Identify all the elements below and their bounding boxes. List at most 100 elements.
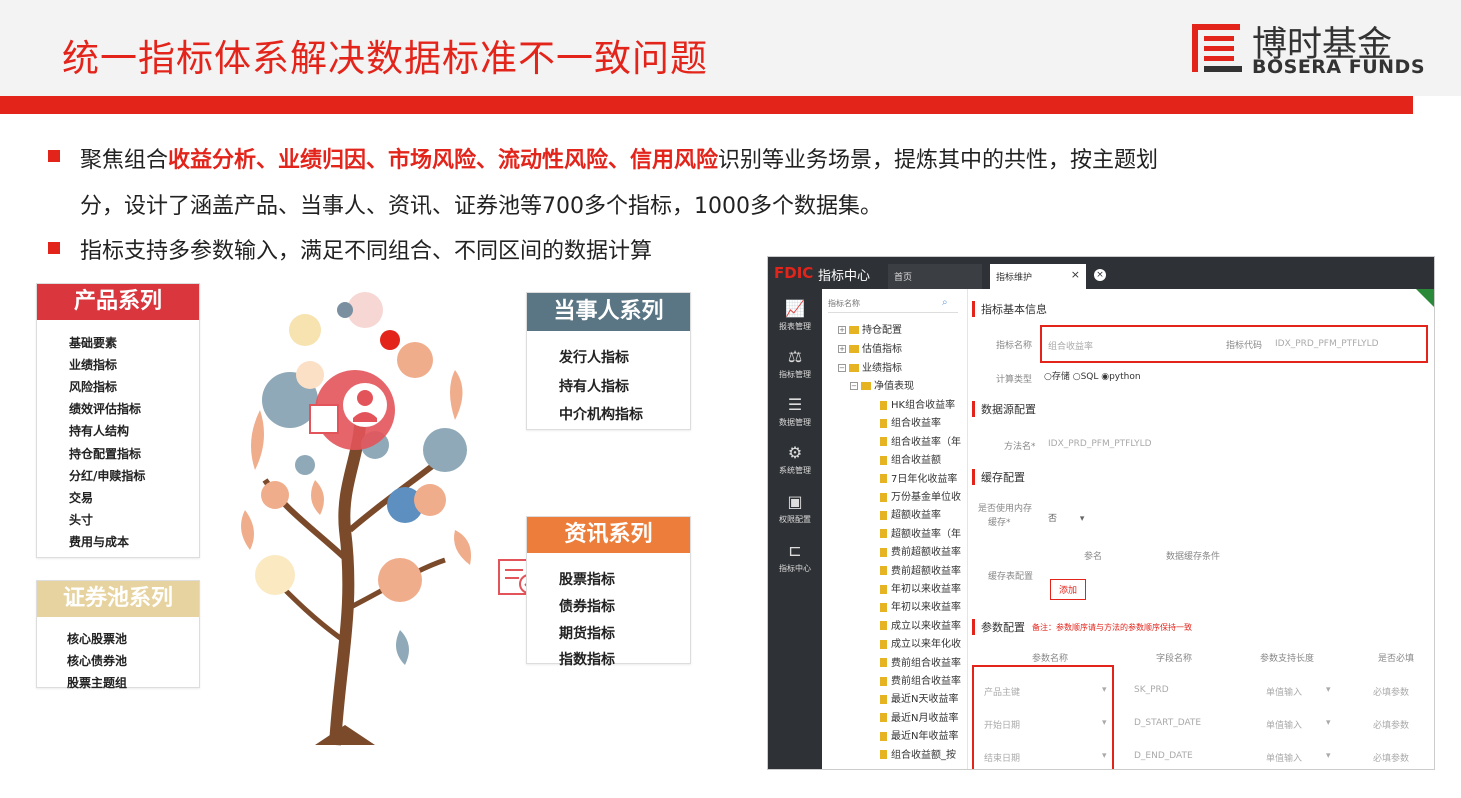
tree-leaf-label: 成立以来年化收 xyxy=(891,639,961,651)
tree-leaf[interactable]: 费前超额收益率 xyxy=(880,562,961,577)
product-item: 绩效评估指标 xyxy=(69,402,142,416)
tree-node-label: 估值指标 xyxy=(862,344,902,355)
tree-leaf[interactable]: 最近N天收益率 xyxy=(880,690,958,705)
chevron-down-icon: ▾ xyxy=(1326,685,1331,695)
tree-leaf[interactable]: 费前超额收益率 xyxy=(880,543,961,558)
tree-leaf[interactable]: 组合收益额_按 xyxy=(880,746,956,761)
slide-header: 统一指标体系解决数据标准不一致问题 博时基金 BOSERA FUNDS xyxy=(0,0,1461,96)
param-required[interactable]: 必填参数 xyxy=(1373,685,1409,698)
party-item: 中介机构指标 xyxy=(559,407,643,423)
tree-leaf[interactable]: 最近N年收益率 xyxy=(880,727,958,742)
param-name-select[interactable]: 开始日期 xyxy=(984,718,1020,731)
collapse-icon[interactable]: − xyxy=(850,382,858,390)
tree-leaf[interactable]: 年初以来收益率 xyxy=(880,580,961,595)
tree-leaf[interactable]: 组合收益率（年 xyxy=(880,433,961,448)
collapse-icon[interactable]: − xyxy=(838,364,846,372)
tree-leaf[interactable]: 组合收益率 xyxy=(880,414,941,429)
close-all-tabs-icon[interactable]: × xyxy=(1094,269,1106,281)
tree-leaf[interactable]: 成立以来年化收 xyxy=(880,635,961,650)
tree-leaf-label: HK组合收益率 xyxy=(891,400,956,411)
tree-leaf[interactable]: HK组合收益率 xyxy=(880,396,955,411)
info-item: 股票指标 xyxy=(559,572,615,588)
chevron-down-icon: ▾ xyxy=(1326,718,1331,728)
search-icon[interactable]: ⌕ xyxy=(942,297,948,308)
product-item: 风险指标 xyxy=(69,380,118,394)
param-field-name[interactable]: D_START_DATE xyxy=(1134,718,1201,728)
tree-leaf[interactable]: 成立以来收益率 xyxy=(880,617,961,632)
section-data-source: 数据源配置 xyxy=(972,401,1036,417)
document-icon xyxy=(880,621,887,631)
nav-permissions[interactable]: ▣ 权限配置 xyxy=(768,492,822,525)
chevron-down-icon: ▾ xyxy=(1102,751,1107,761)
param-field-name[interactable]: D_END_DATE xyxy=(1134,751,1193,761)
bullet-text-1: 聚焦组合收益分析、业绩归因、市场风险、流动性风险、信用风险识别等业务场景，提炼其… xyxy=(80,142,1158,174)
tree-node-root[interactable]: + 估值指标 xyxy=(838,340,902,355)
tree-leaf[interactable]: 组合收益额 xyxy=(880,451,941,466)
tree-leaf[interactable]: 费前组合收益率 xyxy=(880,672,961,687)
field-indicator-code[interactable]: IDX_PRD_PFM_PTFLYLD xyxy=(1275,339,1379,349)
pool-item: 股票主题组 xyxy=(67,676,128,690)
tree-node-sub[interactable]: − 净值表现 xyxy=(850,377,914,392)
param-length-select[interactable]: 单值输入 xyxy=(1266,751,1302,764)
tree-leaf[interactable]: 最近N月收益率 xyxy=(880,709,958,724)
bullet-1-prefix: 聚焦组合 xyxy=(80,148,169,173)
nav-system-mgmt[interactable]: ⚙ 系统管理 xyxy=(768,443,822,476)
tree-leaf[interactable]: 超额收益率（年 xyxy=(880,525,961,540)
tab-indicator-maintenance[interactable]: 指标维护 × xyxy=(990,264,1086,289)
app-brand-cn: 指标中心 xyxy=(818,269,871,284)
field-method-name[interactable]: IDX_PRD_PFM_PTFLYLD xyxy=(1048,439,1152,449)
tree-search-input[interactable] xyxy=(828,295,958,313)
bullet-marker xyxy=(48,150,60,162)
param-name-select[interactable]: 产品主键 xyxy=(984,685,1020,698)
section-basic-info: 指标基本信息 xyxy=(972,301,1047,317)
document-icon xyxy=(880,474,887,484)
tree-node-root[interactable]: + 持仓配置 xyxy=(838,321,902,336)
params-note: 备注：参数顺序请与方法的参数顺序保持一致 xyxy=(1032,623,1192,632)
tree-leaf-label: 组合收益率（年 xyxy=(891,436,961,448)
tree-leaf[interactable]: 7日年化收益率 xyxy=(880,470,957,485)
tab-close-icon[interactable]: × xyxy=(1071,268,1080,281)
nav-label: 指标中心 xyxy=(779,564,811,573)
param-required[interactable]: 必填参数 xyxy=(1373,718,1409,731)
param-length-select[interactable]: 单值输入 xyxy=(1266,685,1302,698)
bullet-1-highlight: 收益分析、业绩归因、市场风险、流动性风险、信用风险 xyxy=(168,148,719,173)
document-icon xyxy=(880,639,887,649)
param-required[interactable]: 必填参数 xyxy=(1373,751,1409,764)
tab-home[interactable]: 首页 xyxy=(888,264,982,289)
nav-reports[interactable]: 📈 报表管理 xyxy=(768,299,822,332)
folder-icon xyxy=(849,326,859,334)
tree-leaf[interactable]: 超额收益率 xyxy=(880,506,941,521)
label-calc-type: 计算类型 xyxy=(996,375,1033,385)
tree-leaf[interactable]: 费前组合收益率 xyxy=(880,654,961,669)
nav-data-mgmt[interactable]: ☰ 数据管理 xyxy=(768,395,822,428)
scale-icon: ⚖ xyxy=(787,347,803,366)
tree-node-label: 业绩指标 xyxy=(862,363,902,374)
bosera-logo-icon xyxy=(1192,24,1242,72)
param-length-select[interactable]: 单值输入 xyxy=(1266,718,1302,731)
nav-indicator-mgmt[interactable]: ⚖ 指标管理 xyxy=(768,347,822,380)
param-field-name[interactable]: SK_PRD xyxy=(1134,685,1169,695)
add-button[interactable]: 添加 xyxy=(1050,579,1087,600)
expand-icon[interactable]: + xyxy=(838,326,846,334)
document-icon xyxy=(880,602,887,612)
tree-leaf[interactable]: 年初以来收益率 xyxy=(880,598,961,613)
document-icon xyxy=(880,529,887,539)
tree-leaf-label: 组合收益额_按 xyxy=(891,749,956,761)
bullet-1-suffix: 识别等业务场景，提炼其中的共性，按主题划 xyxy=(718,148,1159,173)
app-sidebar: 📈 报表管理 ⚖ 指标管理 ☰ 数据管理 ⚙ 系统管理 ▣ 权限配置 ⊏ 指标中心 xyxy=(768,289,822,769)
tree-node-root[interactable]: − 业绩指标 xyxy=(838,359,902,374)
indicator-tree-illustration xyxy=(241,292,471,746)
chevron-down-icon: ▾ xyxy=(1079,514,1085,524)
param-name-select[interactable]: 结束日期 xyxy=(984,751,1020,764)
pool-series-title: 证券池系列 xyxy=(37,581,199,617)
expand-icon[interactable]: + xyxy=(838,345,846,353)
calc-type-radio-group[interactable]: ○存储 ○SQL ◉python xyxy=(1044,369,1141,382)
select-use-memory[interactable]: 否 ▾ xyxy=(1048,511,1084,524)
nav-indicator-center[interactable]: ⊏ 指标中心 xyxy=(768,541,822,574)
party-series-card: 当事人系列 发行人指标 持有人指标 中介机构指标 xyxy=(526,292,691,430)
field-indicator-name[interactable]: 组合收益率 xyxy=(1048,339,1093,352)
product-item: 持仓配置指标 xyxy=(69,447,142,461)
fdic-app-screenshot: FDIC 指标中心 首页 指标维护 × × 📈 报表管理 ⚖ 指标管理 ☰ 数据管理 … xyxy=(767,256,1435,770)
document-icon xyxy=(880,694,887,704)
tree-leaf[interactable]: 万份基金单位收 xyxy=(880,488,961,503)
